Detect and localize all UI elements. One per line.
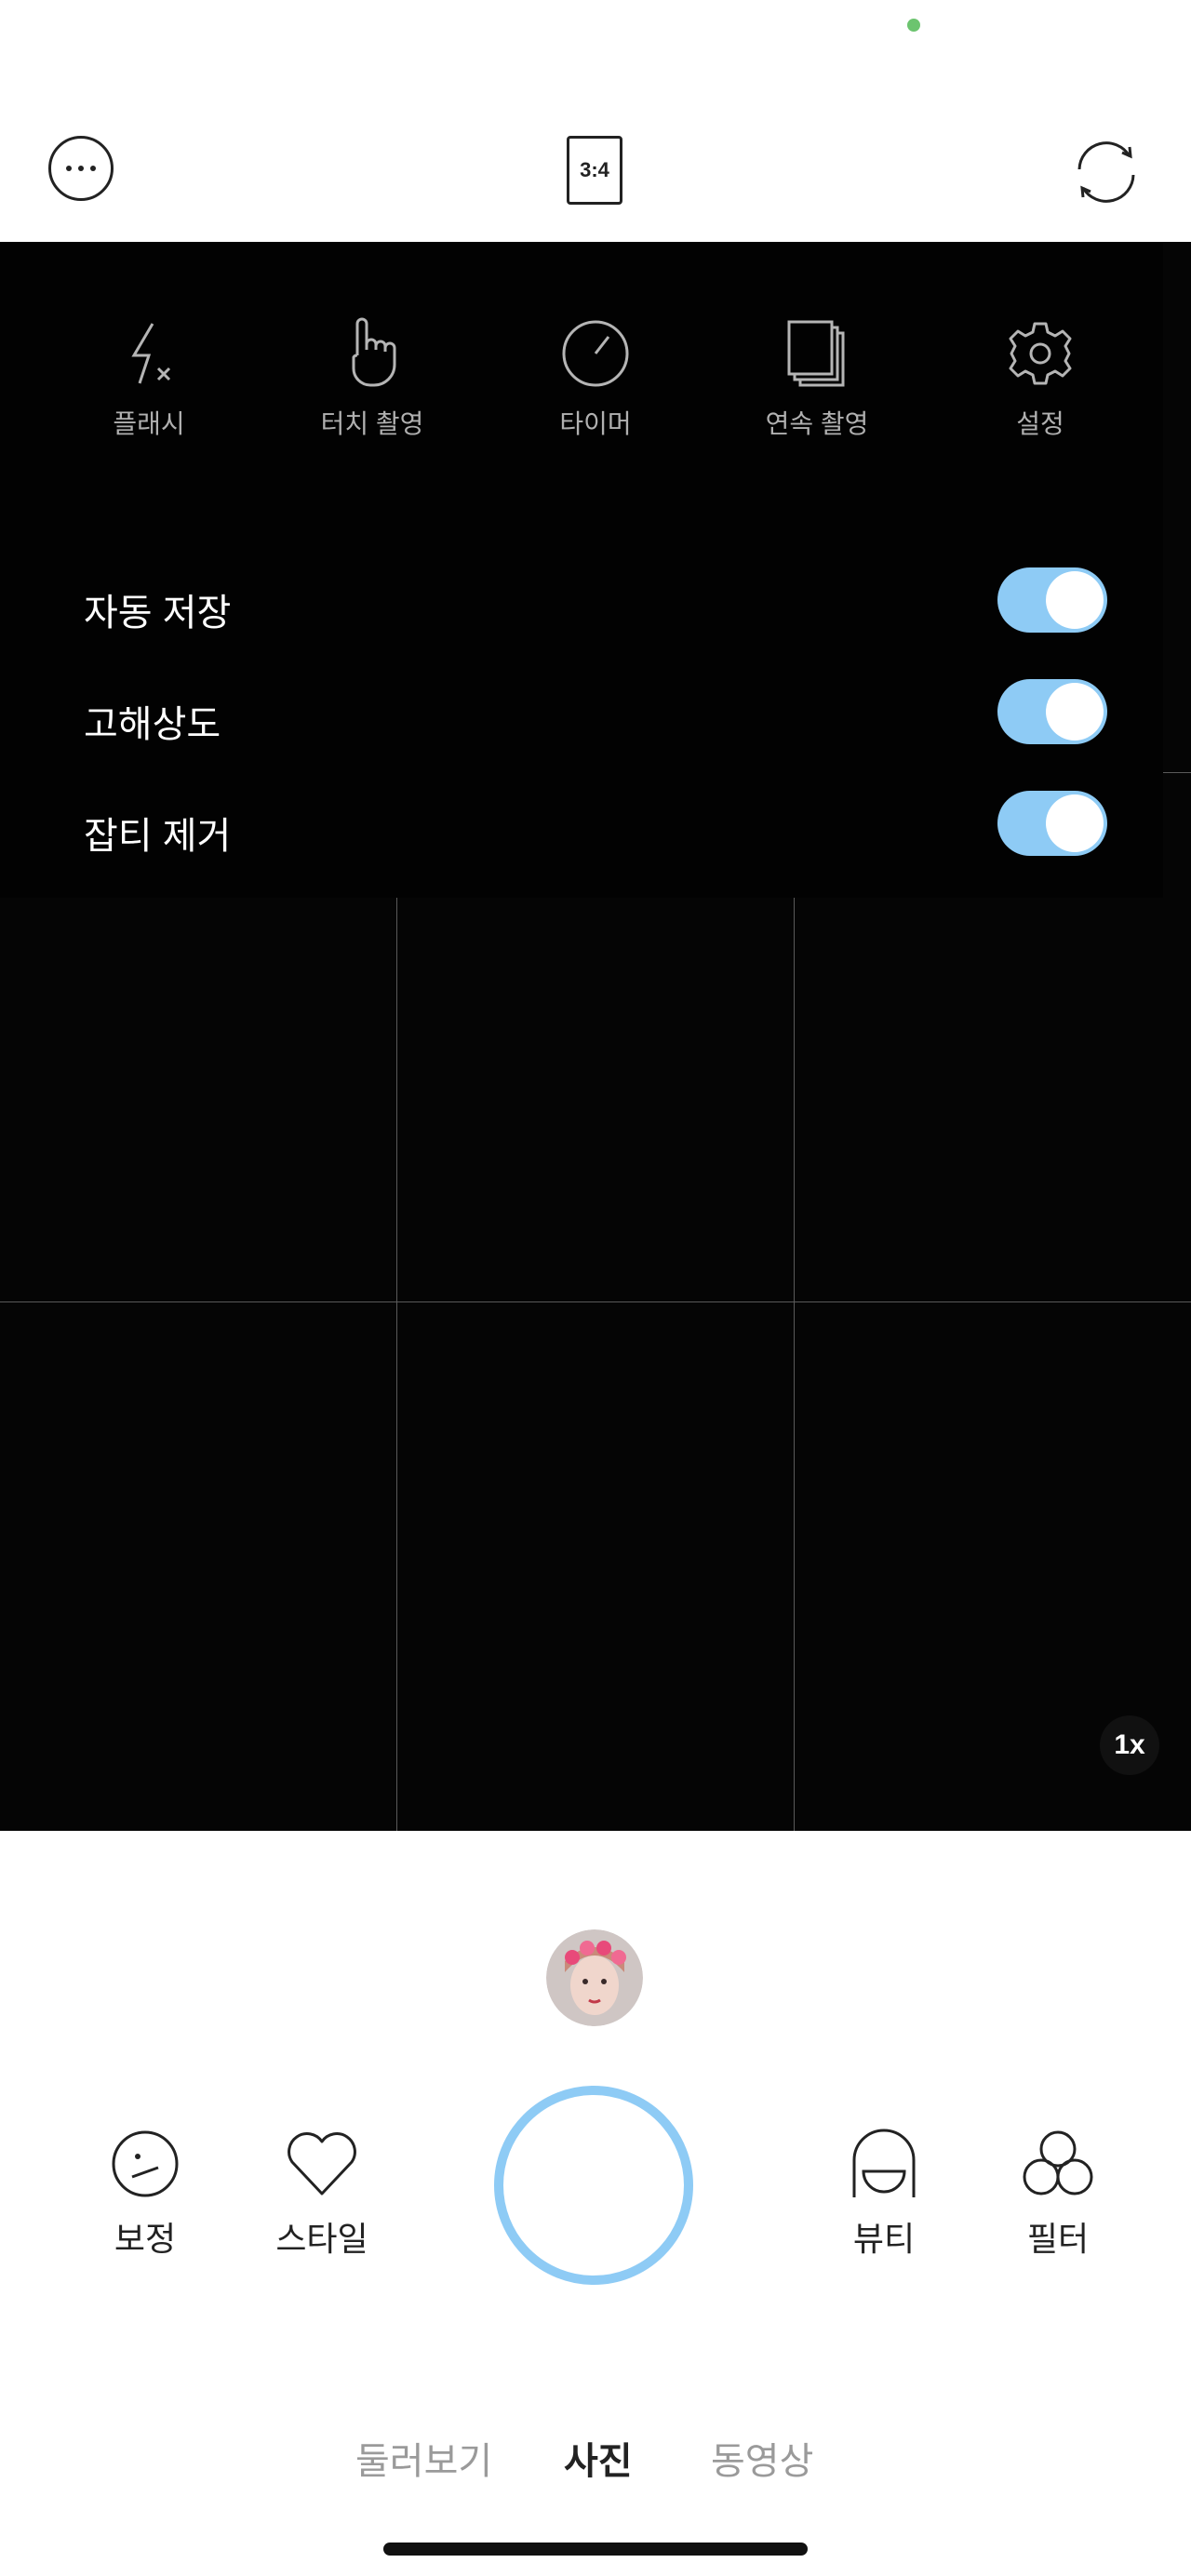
filter-circles-icon [1023, 2130, 1093, 2196]
burst-stack-icon [787, 320, 845, 387]
more-dot [90, 166, 96, 171]
beauty-button[interactable]: 뷰티 [819, 2129, 949, 2261]
touch-shoot-button[interactable]: 터치 촬영 [261, 316, 484, 441]
beauty-hair-icon [852, 2129, 916, 2197]
retouch-face-icon [112, 2130, 179, 2197]
blemish-removal-label: 잡티 제거 [84, 816, 232, 857]
auto-save-toggle[interactable] [997, 567, 1107, 633]
zoom-level-button[interactable]: 1x [1100, 1715, 1159, 1775]
toggle-knob [1046, 571, 1104, 629]
mode-photo[interactable]: 사진 [564, 2431, 633, 2485]
more-dot [78, 166, 84, 171]
touch-hand-icon [352, 317, 396, 387]
retouch-label: 보정 [114, 2220, 177, 2258]
camera-flip-icon [1077, 141, 1135, 203]
camera-flip-button[interactable] [1068, 134, 1144, 210]
mode-explore[interactable]: 둘러보기 [355, 2431, 492, 2485]
beauty-label: 뷰티 [852, 2220, 916, 2258]
timer-icon [562, 320, 629, 387]
quick-settings-row: 플래시 터치 촬영 타이머 연속 촬영 설정 [0, 316, 1163, 447]
timer-label: 타이머 [559, 409, 632, 438]
heart-icon [288, 2132, 356, 2196]
auto-save-row: 자동 저장 [0, 567, 1163, 642]
style-label: 스타일 [275, 2220, 368, 2258]
toggle-knob [1046, 683, 1104, 741]
top-bar: 3:4 [0, 102, 1191, 242]
burst-shoot-button[interactable]: 연속 촬영 [705, 316, 929, 441]
mode-video[interactable]: 동영상 [711, 2431, 813, 2485]
aspect-ratio-button[interactable]: 3:4 [567, 136, 622, 205]
high-resolution-toggle[interactable] [997, 679, 1107, 744]
retouch-button[interactable]: 보정 [80, 2129, 210, 2261]
zoom-label: 1x [1114, 1729, 1145, 1760]
sticker-avatar-button[interactable] [546, 1929, 643, 2026]
home-indicator[interactable] [383, 2543, 808, 2556]
avatar-sticker-icon [546, 1929, 643, 2026]
style-button[interactable]: 스타일 [257, 2129, 387, 2261]
bottom-controls: 보정 스타일 뷰티 필터 둘러보기 사진 동영상 [0, 1831, 1191, 2576]
flash-label: 플래시 [113, 409, 185, 438]
flash-off-icon [131, 323, 171, 384]
mode-selector: 둘러보기 사진 동영상 [0, 2431, 1191, 2487]
blemish-removal-toggle[interactable] [997, 791, 1107, 856]
more-dots-icon [66, 166, 72, 171]
filter-label: 필터 [1026, 2220, 1090, 2258]
auto-save-label: 자동 저장 [84, 593, 232, 634]
aspect-ratio-label: 3:4 [580, 158, 609, 181]
gear-icon [1009, 322, 1072, 385]
burst-shoot-label: 연속 촬영 [765, 409, 869, 438]
high-resolution-label: 고해상도 [84, 704, 221, 745]
high-resolution-row: 고해상도 [0, 679, 1163, 754]
toggle-knob [1046, 794, 1104, 852]
settings-panel: 플래시 터치 촬영 타이머 연속 촬영 설정 자동 저장 고해상도 잡티 제거 [0, 242, 1163, 898]
timer-button[interactable]: 타이머 [484, 316, 707, 441]
touch-shoot-label: 터치 촬영 [320, 409, 424, 438]
grid-line [0, 1301, 1191, 1302]
settings-label: 설정 [1016, 409, 1064, 438]
settings-button[interactable]: 설정 [929, 316, 1152, 441]
more-options-button[interactable] [48, 136, 114, 201]
status-indicator-dot [907, 19, 920, 32]
filter-button[interactable]: 필터 [993, 2129, 1123, 2261]
blemish-removal-row: 잡티 제거 [0, 791, 1163, 865]
flash-button[interactable]: 플래시 [37, 316, 261, 441]
shutter-button[interactable] [494, 2086, 693, 2285]
